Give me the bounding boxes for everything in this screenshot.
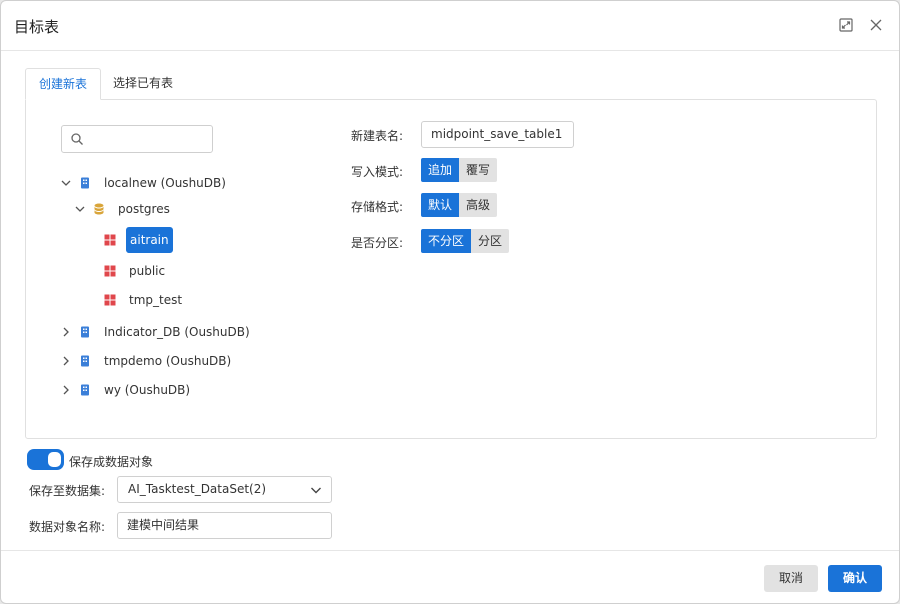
tree-search <box>61 125 213 153</box>
partition-label: 是否分区: <box>351 236 404 250</box>
tree-node-tmp-test[interactable]: tmp_test <box>96 287 185 313</box>
chevron-right-icon[interactable] <box>61 327 71 337</box>
write-mode-label: 写入模式: <box>351 165 404 179</box>
table-name-label: 新建表名: <box>351 129 404 143</box>
dataset-select[interactable]: AI_Tasktest_DataSet(2) <box>117 476 332 503</box>
tree-node-indicator-db[interactable]: Indicator_DB (OushuDB) <box>61 319 253 345</box>
partition-none[interactable]: 不分区 <box>421 229 472 253</box>
tab-select-existing-table[interactable]: 选择已有表 <box>100 68 186 100</box>
storage-format-label: 存储格式: <box>351 200 404 214</box>
tree-node-label[interactable]: tmp_test <box>126 287 185 313</box>
tab-create-new-table[interactable]: 创建新表 <box>25 68 102 100</box>
table-grid-icon <box>104 265 116 277</box>
tree-node-label[interactable]: tmpdemo (OushuDB) <box>101 348 234 374</box>
save-object-label: 保存成数据对象 <box>69 455 154 469</box>
chevron-right-icon[interactable] <box>61 356 71 366</box>
write-mode-overwrite[interactable]: 覆写 <box>459 158 498 182</box>
database-icon <box>79 326 91 338</box>
database-icon <box>79 177 91 189</box>
table-name-input[interactable]: midpoint_save_table1 <box>421 121 574 148</box>
tree-node-postgres[interactable]: postgres <box>75 196 173 222</box>
maximize-icon[interactable] <box>839 18 853 32</box>
storage-format-default[interactable]: 默认 <box>421 193 460 217</box>
switch-knob <box>48 452 61 467</box>
table-grid-icon <box>104 294 116 306</box>
dialog-header: 目标表 <box>1 1 899 51</box>
tree-node-public[interactable]: public <box>96 258 168 284</box>
confirm-button[interactable]: 确认 <box>828 565 882 592</box>
chevron-down-icon <box>310 484 322 496</box>
partition-enabled[interactable]: 分区 <box>471 229 510 253</box>
tree-node-aitrain[interactable]: aitrain <box>96 227 173 253</box>
target-table-dialog: 目标表 创建新表 选择已有表 localnew (OushuDB) postgr… <box>0 0 900 604</box>
database-icon <box>79 355 91 367</box>
storage-format-advanced[interactable]: 高级 <box>459 193 498 217</box>
tree-node-label[interactable]: aitrain <box>126 227 173 253</box>
tree-node-label[interactable]: postgres <box>115 196 173 222</box>
database-icon <box>79 384 91 396</box>
tree-node-label[interactable]: public <box>126 258 168 284</box>
dataset-select-value: AI_Tasktest_DataSet(2) <box>128 482 267 496</box>
tree-node-wy[interactable]: wy (OushuDB) <box>61 377 193 403</box>
save-object-switch[interactable] <box>27 449 64 470</box>
tree-node-label[interactable]: localnew (OushuDB) <box>101 170 229 196</box>
write-mode-append[interactable]: 追加 <box>421 158 460 182</box>
search-icon <box>70 132 84 146</box>
tree-node-localnew[interactable]: localnew (OushuDB) <box>61 170 229 196</box>
stack-icon <box>93 203 105 215</box>
tree-node-label[interactable]: Indicator_DB (OushuDB) <box>101 319 253 345</box>
tree-node-tmpdemo[interactable]: tmpdemo (OushuDB) <box>61 348 234 374</box>
cancel-button[interactable]: 取消 <box>764 565 818 592</box>
object-name-input[interactable]: 建模中间结果 <box>117 512 332 539</box>
close-icon[interactable] <box>869 18 883 32</box>
chevron-down-icon[interactable] <box>61 178 71 188</box>
storage-format-toggle: 默认 高级 <box>421 193 498 217</box>
write-mode-toggle: 追加 覆写 <box>421 158 498 182</box>
dialog-title: 目标表 <box>14 18 60 36</box>
chevron-right-icon[interactable] <box>61 385 71 395</box>
tab-panel: localnew (OushuDB) postgres aitrain publ… <box>25 99 877 439</box>
chevron-down-icon[interactable] <box>75 204 85 214</box>
table-grid-icon <box>104 234 116 246</box>
object-name-label: 数据对象名称: <box>29 520 106 534</box>
search-input[interactable] <box>88 129 208 149</box>
partition-toggle: 不分区 分区 <box>421 229 510 253</box>
dataset-label: 保存至数据集: <box>29 484 106 498</box>
dialog-footer: 取消 确认 <box>1 550 899 603</box>
tree-node-label[interactable]: wy (OushuDB) <box>101 377 193 403</box>
